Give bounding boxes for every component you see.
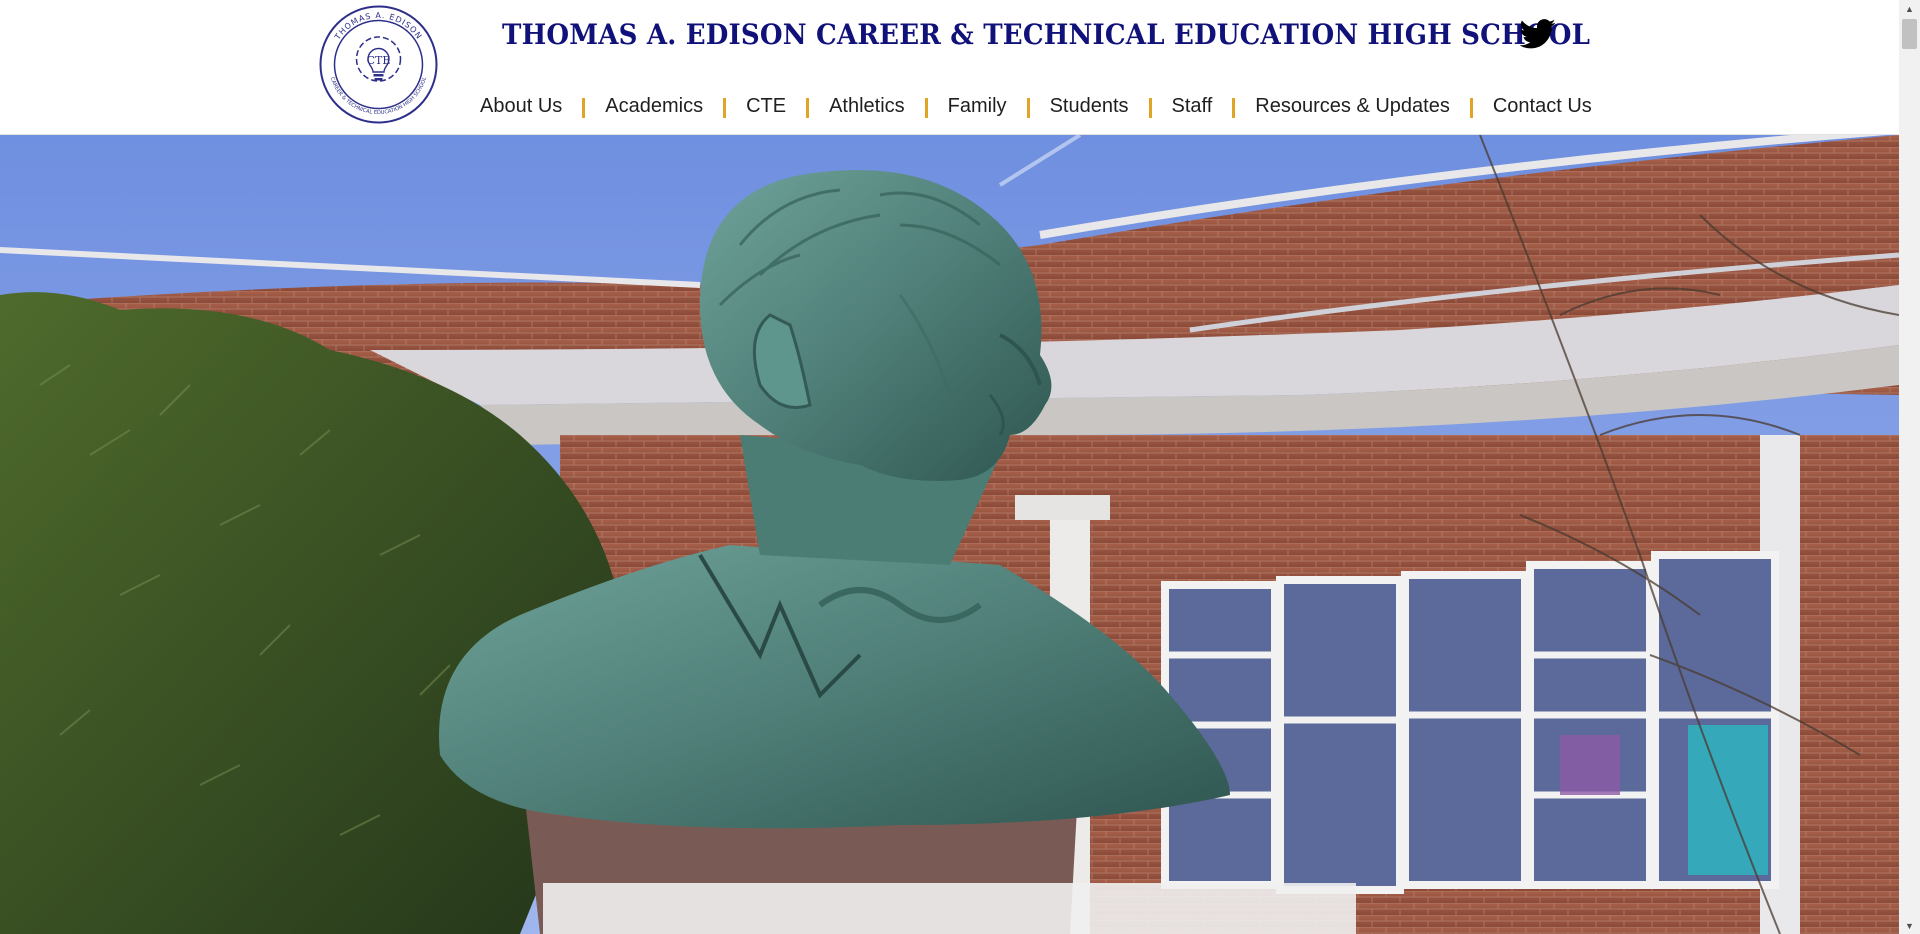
nav-about-us[interactable]: About Us	[480, 95, 562, 118]
main-nav: About Us Academics CTE Athletics Family …	[480, 90, 1592, 122]
nav-contact-us[interactable]: Contact Us	[1493, 95, 1592, 118]
nav-separator	[723, 98, 727, 118]
nav-separator	[1469, 98, 1473, 118]
nav-family[interactable]: Family	[948, 95, 1007, 118]
scroll-down-arrow-icon[interactable]: ▼	[1899, 917, 1920, 934]
hero-photo	[0, 135, 1899, 934]
twitter-icon[interactable]	[1520, 18, 1556, 50]
nav-academics[interactable]: Academics	[605, 95, 703, 118]
nav-cte[interactable]: CTE	[746, 95, 786, 118]
hero-overlay-panel	[543, 883, 1356, 934]
site-header: THOMAS A. EDISON CAREER & TECHNICAL EDUC…	[0, 0, 1899, 135]
school-logo[interactable]: THOMAS A. EDISON CAREER & TECHNICAL EDUC…	[318, 4, 439, 125]
logo-center-text: CTE	[367, 54, 391, 67]
nav-separator	[582, 98, 586, 118]
nav-separator	[806, 98, 810, 118]
nav-separator	[1026, 98, 1030, 118]
nav-athletics[interactable]: Athletics	[829, 95, 905, 118]
nav-separator	[924, 98, 928, 118]
page-scrollbar[interactable]: ▲ ▼	[1899, 0, 1920, 934]
nav-resources-updates[interactable]: Resources & Updates	[1255, 95, 1450, 118]
scroll-thumb[interactable]	[1902, 19, 1917, 49]
nav-separator	[1232, 98, 1236, 118]
site-title[interactable]: THOMAS A. EDISON CAREER & TECHNICAL EDUC…	[502, 18, 1590, 51]
nav-separator	[1148, 98, 1152, 118]
nav-students[interactable]: Students	[1050, 95, 1129, 118]
nav-staff[interactable]: Staff	[1172, 95, 1213, 118]
hero-image	[0, 135, 1899, 934]
scroll-up-arrow-icon[interactable]: ▲	[1899, 0, 1920, 17]
